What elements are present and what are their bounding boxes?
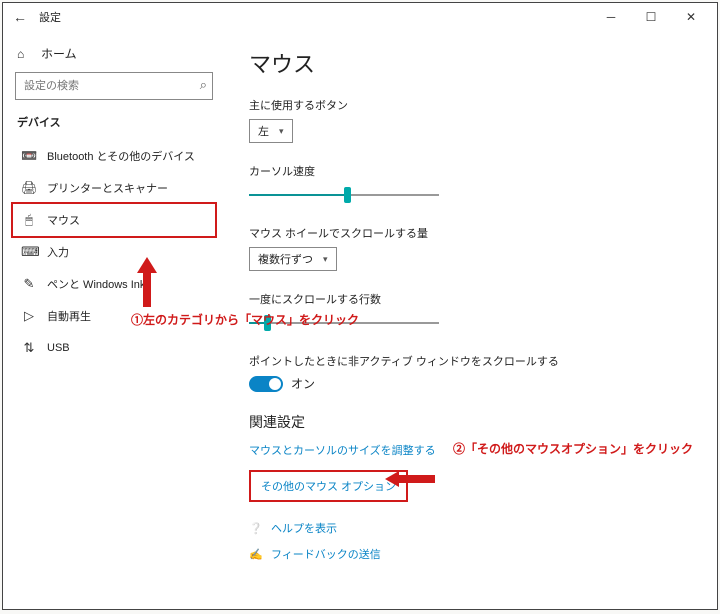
window-title: 設定 [39,9,61,25]
annotation-arrow-2 [385,469,435,489]
other-mouse-options-link[interactable]: その他のマウス オプション [261,478,396,494]
lines-at-once-label: 一度にスクロールする行数 [249,291,693,307]
inactive-scroll-toggle[interactable] [249,376,283,392]
help-label: ヘルプを表示 [271,520,337,536]
cursor-speed-label: カーソル速度 [249,163,693,179]
primary-button-dropdown[interactable]: 左 ▾ [249,119,293,143]
slider-fill [249,194,344,196]
sidebar-item-label: ペンと Windows Ink [47,276,145,292]
dropdown-value: 複数行ずつ [258,251,313,267]
sidebar-item-mouse[interactable]: 🖱 マウス [11,202,217,238]
inactive-scroll-label: ポイントしたときに非アクティブ ウィンドウをスクロールする [249,353,693,369]
titlebar: ← 設定 ─ ☐ ✕ [3,3,717,31]
sidebar-section-label: デバイス [17,114,213,130]
pen-icon: ✎ [21,276,37,292]
search-icon: ⌕ [200,77,207,93]
toggle-state: オン [291,375,315,392]
primary-button-label: 主に使用するボタン [249,97,693,113]
sidebar-item-usb[interactable]: ⇅ USB [15,332,213,364]
search-box: ⌕ [15,72,213,100]
sidebar-item-label: マウス [47,212,80,228]
settings-window: ← 設定 ─ ☐ ✕ ⌂ ホーム ⌕ デバイス 📼 Bluetooth とその他… [2,2,718,610]
minimize-button[interactable]: ─ [591,3,631,31]
window-controls: ─ ☐ ✕ [591,3,711,31]
search-input[interactable] [15,72,213,100]
wheel-amount-label: マウス ホイールでスクロールする量 [249,225,693,241]
show-help-link[interactable]: ❔ ヘルプを表示 [249,520,693,536]
chevron-down-icon: ▾ [323,254,328,265]
primary-button-setting: 主に使用するボタン 左 ▾ [249,97,693,143]
slider-thumb[interactable] [344,187,351,203]
sidebar-item-label: プリンターとスキャナー [47,180,168,196]
help-icon: ❔ [249,522,263,535]
feedback-link[interactable]: ✍ フィードバックの送信 [249,546,693,562]
sidebar-item-typing[interactable]: ⌨ 入力 [15,236,213,268]
wheel-amount-setting: マウス ホイールでスクロールする量 複数行ずつ ▾ [249,225,693,271]
sidebar-item-bluetooth[interactable]: 📼 Bluetooth とその他のデバイス [15,140,213,172]
autoplay-icon: ▷ [21,308,37,324]
home-link[interactable]: ⌂ ホーム [17,45,213,62]
chevron-down-icon: ▾ [279,126,284,137]
page-title: マウス [249,47,693,79]
related-heading: 関連設定 [249,412,693,432]
printer-icon: 🖨 [21,180,37,196]
close-button[interactable]: ✕ [671,3,711,31]
bluetooth-icon: 📼 [21,148,37,164]
back-button[interactable]: ← [9,9,31,25]
sidebar-item-label: 自動再生 [47,308,91,324]
cursor-speed-setting: カーソル速度 [249,163,693,205]
keyboard-icon: ⌨ [21,244,37,260]
wheel-amount-dropdown[interactable]: 複数行ずつ ▾ [249,247,337,271]
home-icon: ⌂ [17,47,33,61]
annotation-2: ②「その他のマウスオプション」をクリック [453,440,693,457]
home-label: ホーム [41,45,77,62]
sidebar-item-printers[interactable]: 🖨 プリンターとスキャナー [15,172,213,204]
annotation-1: ①左のカテゴリから「マウス」をクリック [131,311,359,328]
sidebar-item-label: 入力 [47,244,69,260]
related-settings: 関連設定 マウスとカーソルのサイズを調整する その他のマウス オプション [249,412,693,502]
annotation-arrow-1 [135,257,159,307]
cursor-speed-slider[interactable] [249,185,439,205]
feedback-icon: ✍ [249,548,263,561]
sidebar-item-label: USB [47,342,70,354]
usb-icon: ⇅ [21,340,37,356]
feedback-label: フィードバックの送信 [271,546,381,562]
mouse-icon: 🖱 [21,212,37,228]
inactive-scroll-setting: ポイントしたときに非アクティブ ウィンドウをスクロールする オン [249,353,693,392]
sidebar-item-label: Bluetooth とその他のデバイス [47,148,195,164]
sidebar-item-pen[interactable]: ✎ ペンと Windows Ink [15,268,213,300]
dropdown-value: 左 [258,123,269,139]
maximize-button[interactable]: ☐ [631,3,671,31]
